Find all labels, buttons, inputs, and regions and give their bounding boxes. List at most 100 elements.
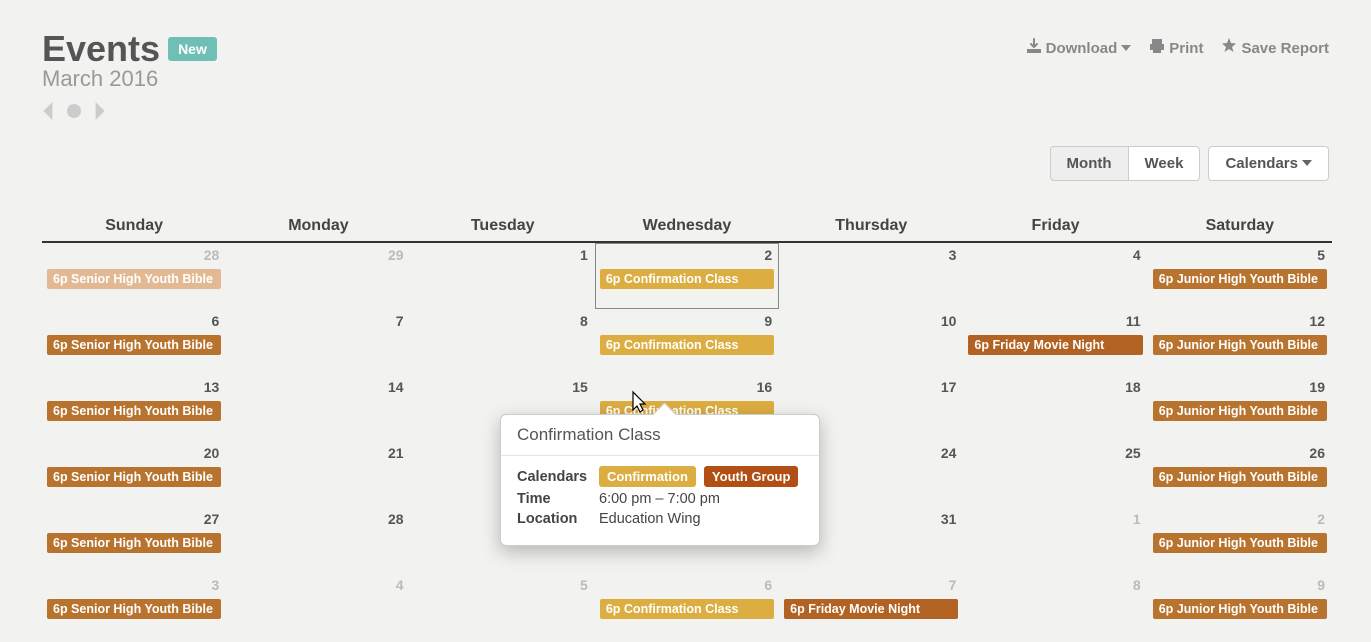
calendar-cell[interactable]: 26p Confirmation Class (595, 243, 779, 309)
calendars-dropdown[interactable]: Calendars (1208, 146, 1329, 181)
calendar-cell[interactable]: 116p Friday Movie Night (963, 309, 1147, 375)
calendar-event[interactable]: 6p Senior High Youth Bible (47, 335, 221, 355)
calendar-cell[interactable]: 1 (963, 507, 1147, 573)
calendar-cell[interactable]: 2 6p Junior High Youth Bible (1148, 507, 1332, 573)
calendar-cell[interactable]: 8 (411, 309, 595, 375)
star-icon (1221, 38, 1237, 58)
calendar-tag[interactable]: Confirmation (599, 466, 696, 487)
calendar-event[interactable]: 6p Senior High Youth Bible (47, 599, 221, 619)
calendar-event[interactable]: 6p Senior High Youth Bible (47, 467, 221, 487)
calendar-cell[interactable]: 66p Senior High Youth Bible (42, 309, 226, 375)
calendar-cell[interactable]: 10 (779, 309, 963, 375)
calendar-cell[interactable]: 5 6p Junior High Youth Bible (1148, 243, 1332, 309)
calendar-event[interactable]: 6p Junior High Youth Bible (1153, 335, 1327, 355)
day-number: 4 (1133, 247, 1141, 263)
save-report-button[interactable]: Save Report (1221, 38, 1329, 58)
calendar-event[interactable]: 6p Senior High Youth Bible (47, 269, 221, 289)
calendar-cell[interactable]: 21 (226, 441, 410, 507)
today-dot-icon[interactable] (66, 103, 82, 119)
calendar-cell[interactable]: 26 6p Junior High Youth Bible (1148, 441, 1332, 507)
day-header: Friday (963, 211, 1147, 241)
calendar-cell[interactable]: 4 (226, 573, 410, 639)
day-header: Saturday (1148, 211, 1332, 241)
calendar-event[interactable]: 6p Friday Movie Night (968, 335, 1142, 355)
day-number: 5 (1317, 247, 1325, 263)
calendar-tag[interactable]: Youth Group (704, 466, 798, 487)
day-header: Thursday (779, 211, 963, 241)
calendar-event[interactable]: 6p Confirmation Class (600, 335, 774, 355)
calendar-cell[interactable]: 8 (963, 573, 1147, 639)
popover-time-label: Time (517, 491, 599, 507)
calendar-cell[interactable]: 4 (963, 243, 1147, 309)
day-number: 14 (388, 379, 404, 395)
popover-location-value: Education Wing (599, 511, 701, 527)
calendar-cell[interactable]: 3 (779, 243, 963, 309)
day-number: 26 (1309, 445, 1325, 461)
calendar-event[interactable]: 6p Confirmation Class (600, 269, 774, 289)
day-number: 28 (204, 247, 220, 263)
event-popover: Confirmation Class Calendars Confirmatio… (500, 414, 820, 546)
popover-time-value: 6:00 pm – 7:00 pm (599, 491, 720, 507)
calendar-cell[interactable]: 36p Senior High Youth Bible (42, 573, 226, 639)
calendar-event[interactable]: 6p Senior High Youth Bible (47, 533, 221, 553)
calendar-cell[interactable]: 7 (226, 309, 410, 375)
calendar-cell[interactable]: 5 (411, 573, 595, 639)
calendar-event[interactable]: 6p Junior High Youth Bible (1153, 599, 1327, 619)
day-number: 17 (941, 379, 957, 395)
view-toggle: Month Week (1050, 146, 1201, 181)
day-number: 25 (1125, 445, 1141, 461)
day-number: 18 (1125, 379, 1141, 395)
calendar-cell[interactable]: 25 (963, 441, 1147, 507)
calendar-event[interactable]: 6p Junior High Youth Bible (1153, 533, 1327, 553)
day-number: 31 (941, 511, 957, 527)
print-icon (1149, 38, 1165, 58)
calendar-cell[interactable]: 18 (963, 375, 1147, 441)
calendar-event[interactable]: 6p Junior High Youth Bible (1153, 401, 1327, 421)
popover-title: Confirmation Class (501, 415, 819, 456)
calendar-event[interactable]: 6p Confirmation Class (600, 599, 774, 619)
day-number: 24 (941, 445, 957, 461)
page-title: Events (42, 28, 160, 70)
calendar-cell[interactable]: 20 6p Senior High Youth Bible (42, 441, 226, 507)
calendar-cell[interactable]: 12 6p Junior High Youth Bible (1148, 309, 1332, 375)
save-report-label: Save Report (1241, 40, 1329, 57)
day-number: 21 (388, 445, 404, 461)
day-number: 1 (580, 247, 588, 263)
calendar-cell[interactable]: 66p Confirmation Class (595, 573, 779, 639)
caret-down-icon (1121, 40, 1131, 57)
calendar-event[interactable]: 6p Junior High Youth Bible (1153, 467, 1327, 487)
next-icon[interactable] (92, 102, 106, 120)
prev-icon[interactable] (42, 102, 56, 120)
new-button[interactable]: New (168, 37, 217, 61)
calendar-cell[interactable]: 14 (226, 375, 410, 441)
download-button[interactable]: Download (1026, 38, 1132, 58)
popover-calendars-label: Calendars (517, 469, 599, 485)
week-tab[interactable]: Week (1129, 146, 1201, 181)
calendar-cell[interactable]: 28 6p Senior High Youth Bible (42, 243, 226, 309)
day-number: 20 (204, 445, 220, 461)
day-number: 12 (1309, 313, 1325, 329)
day-header: Monday (226, 211, 410, 241)
calendar-event[interactable]: 6p Senior High Youth Bible (47, 401, 221, 421)
day-header: Sunday (42, 211, 226, 241)
calendar-cell[interactable]: 9 6p Junior High Youth Bible (1148, 573, 1332, 639)
calendar-cell[interactable]: 76p Friday Movie Night (779, 573, 963, 639)
day-number: 8 (580, 313, 588, 329)
day-header: Wednesday (595, 211, 779, 241)
calendars-label: Calendars (1225, 155, 1298, 172)
day-number: 9 (1317, 577, 1325, 593)
calendar-cell[interactable]: 96p Confirmation Class (595, 309, 779, 375)
calendar-cell[interactable]: 196p Junior High Youth Bible (1148, 375, 1332, 441)
calendar-event[interactable]: 6p Friday Movie Night (784, 599, 958, 619)
calendar-cell[interactable]: 136p Senior High Youth Bible (42, 375, 226, 441)
day-number: 4 (396, 577, 404, 593)
calendar-cell[interactable]: 1 (411, 243, 595, 309)
print-button[interactable]: Print (1149, 38, 1203, 58)
calendar-cell[interactable]: 28 (226, 507, 410, 573)
calendar-cell[interactable]: 276p Senior High Youth Bible (42, 507, 226, 573)
day-number: 2 (1317, 511, 1325, 527)
calendar-cell[interactable]: 29 (226, 243, 410, 309)
calendar-event[interactable]: 6p Junior High Youth Bible (1153, 269, 1327, 289)
day-number: 7 (396, 313, 404, 329)
month-tab[interactable]: Month (1050, 146, 1129, 181)
